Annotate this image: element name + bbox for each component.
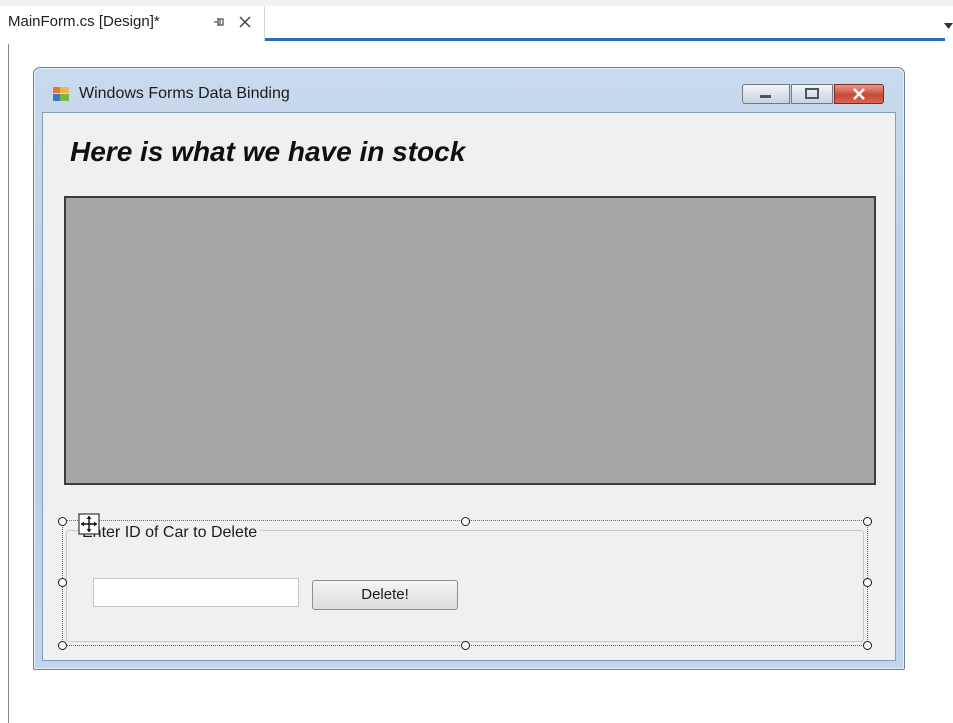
window-title: Windows Forms Data Binding bbox=[79, 85, 290, 102]
minimize-button[interactable] bbox=[742, 84, 790, 104]
chevron-down-icon[interactable] bbox=[944, 22, 953, 30]
form-title-bar[interactable]: Windows Forms Data Binding bbox=[34, 68, 904, 112]
maximize-icon bbox=[805, 88, 819, 99]
minimize-icon bbox=[760, 95, 771, 98]
resize-handle-bottom-left[interactable] bbox=[58, 641, 67, 650]
resize-handle-top-right[interactable] bbox=[863, 517, 872, 526]
close-button[interactable] bbox=[834, 84, 884, 104]
maximize-button[interactable] bbox=[791, 84, 833, 104]
document-tab-strip: MainForm.cs [Design]* bbox=[0, 0, 953, 44]
tab-mainform-design[interactable]: MainForm.cs [Design]* bbox=[0, 6, 265, 41]
close-icon[interactable] bbox=[237, 14, 253, 30]
tab-label: MainForm.cs [Design]* bbox=[8, 13, 160, 30]
designer-left-border bbox=[8, 44, 9, 723]
groupbox-caption: Enter ID of Car to Delete bbox=[80, 524, 260, 542]
resize-handle-top-left[interactable] bbox=[58, 517, 67, 526]
pin-icon[interactable] bbox=[211, 14, 227, 30]
resize-handle-top-center[interactable] bbox=[461, 517, 470, 526]
close-icon bbox=[853, 88, 865, 100]
resize-handle-middle-right[interactable] bbox=[863, 578, 872, 587]
resize-handle-bottom-center[interactable] bbox=[461, 641, 470, 650]
resize-handle-middle-left[interactable] bbox=[58, 578, 67, 587]
delete-button[interactable]: Delete! bbox=[312, 580, 458, 610]
windows-form-icon bbox=[53, 87, 69, 101]
tab-accent-line bbox=[265, 38, 945, 41]
resize-handle-bottom-right[interactable] bbox=[863, 641, 872, 650]
car-id-input[interactable] bbox=[93, 578, 299, 607]
move-handle-icon[interactable] bbox=[78, 513, 100, 535]
inventory-data-grid[interactable] bbox=[64, 196, 876, 485]
stock-heading: Here is what we have in stock bbox=[70, 136, 466, 167]
